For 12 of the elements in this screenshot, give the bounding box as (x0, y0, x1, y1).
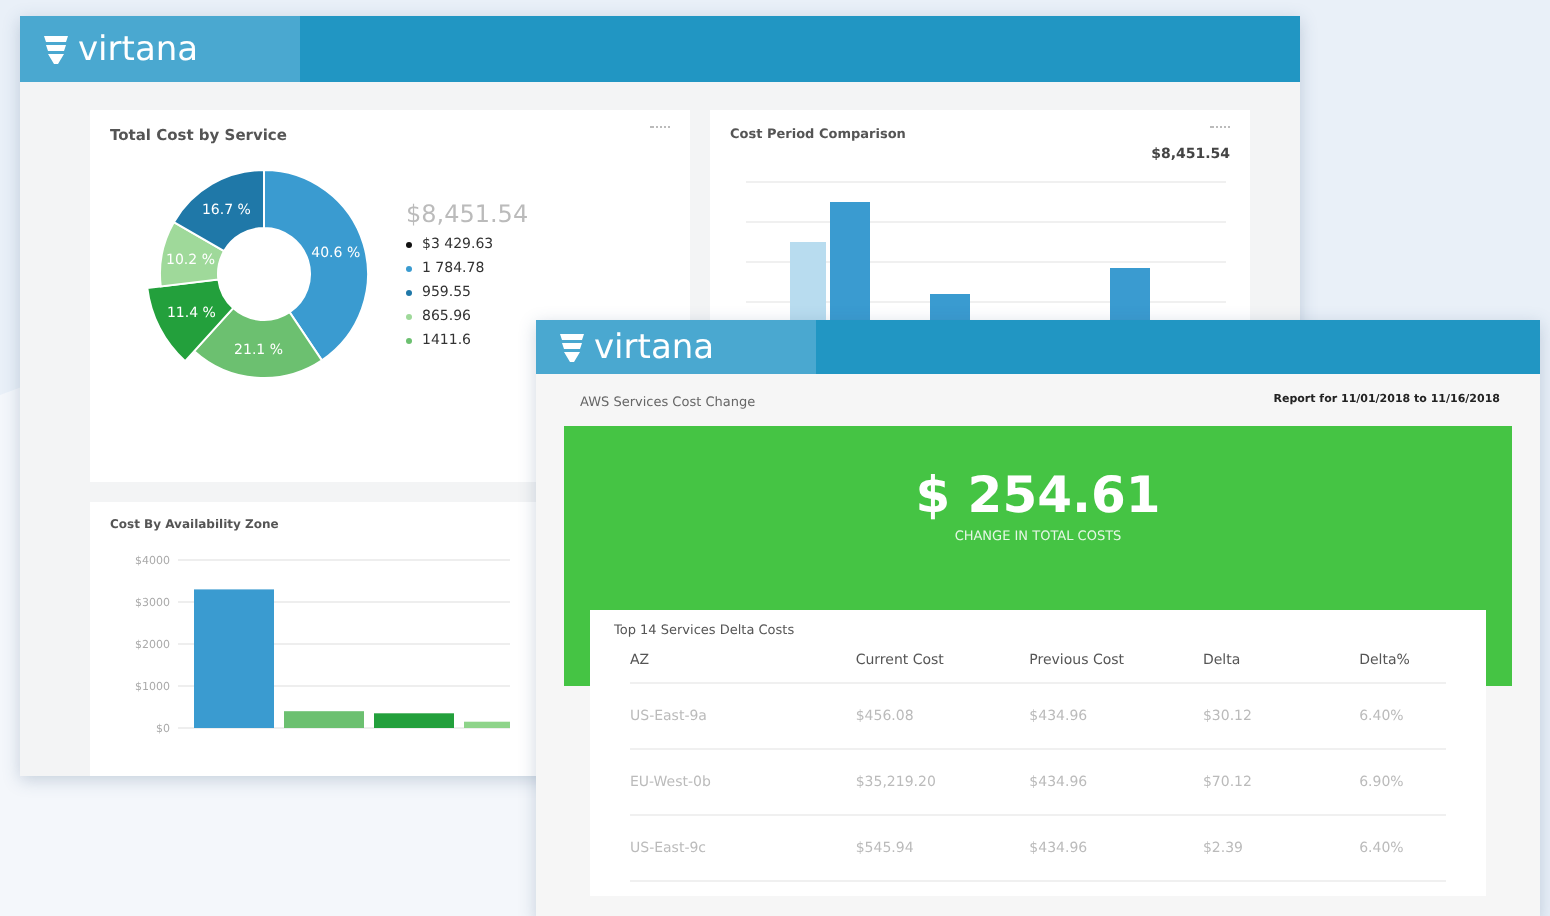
chart-bar (464, 721, 510, 728)
total-change-amount: $ 254.61 (915, 466, 1161, 524)
chart-bar (284, 711, 364, 728)
logo: virtana (536, 320, 816, 374)
logo: virtana (20, 16, 300, 82)
logo-icon (44, 35, 68, 63)
more-icon (650, 126, 670, 134)
total-amount: $8,451.54 (406, 200, 529, 228)
more-icon (1210, 126, 1230, 134)
chart-bar (374, 713, 454, 728)
chart-bar (194, 589, 274, 728)
logo-icon (560, 333, 584, 361)
